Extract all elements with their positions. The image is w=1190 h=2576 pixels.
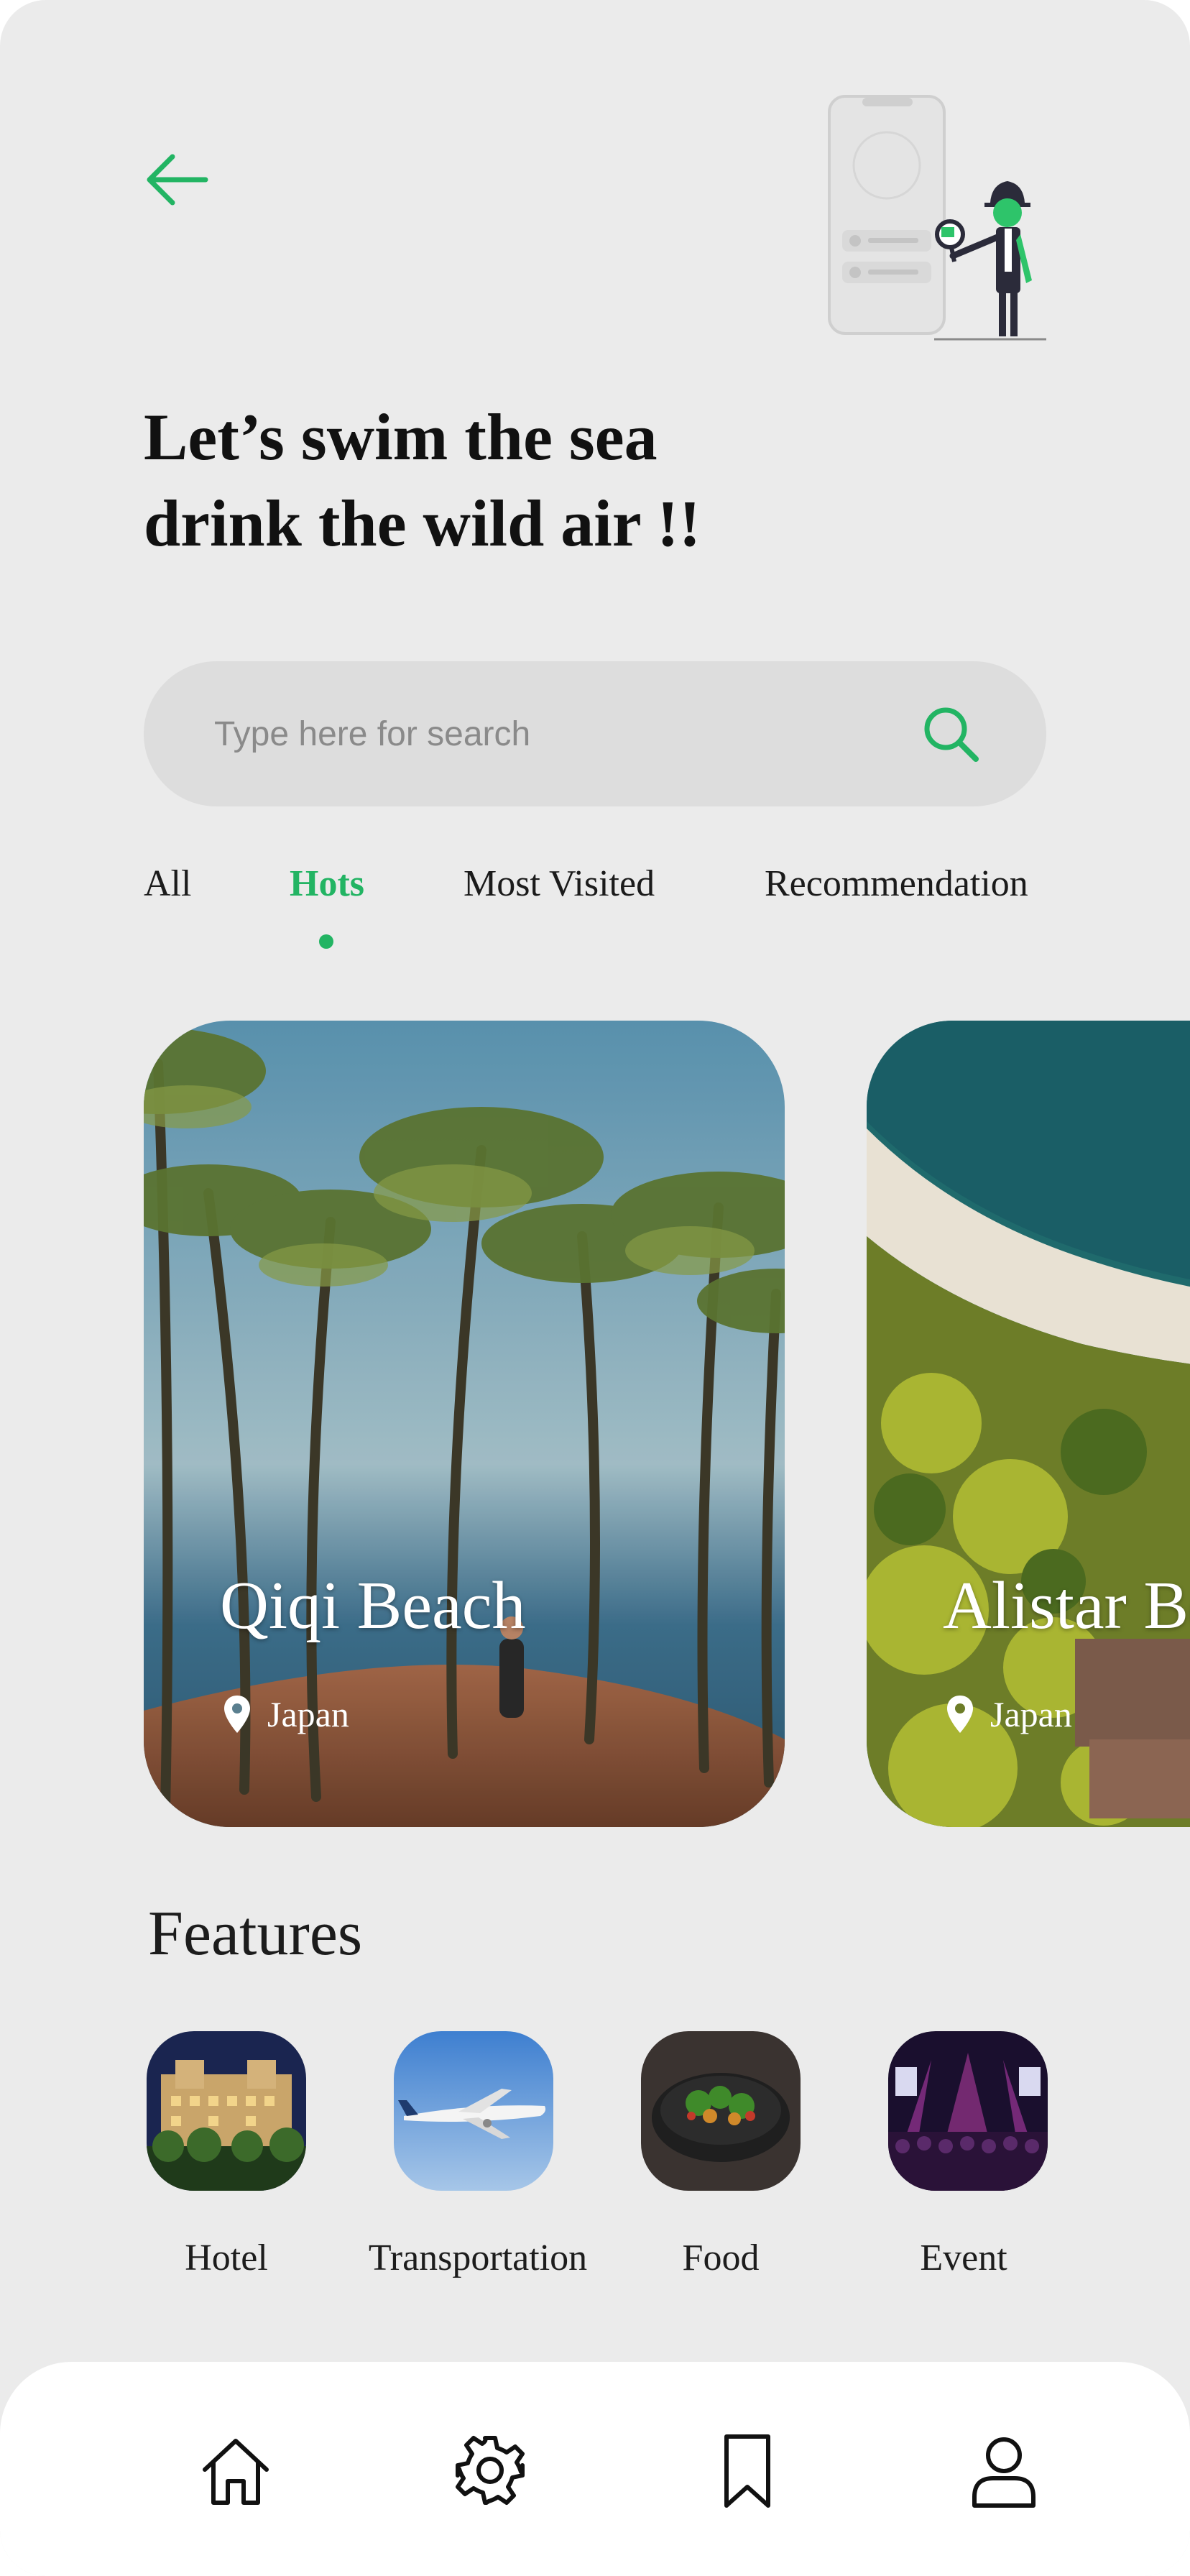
bookmark-icon[interactable] [708,2431,787,2510]
tab-recommendation[interactable]: Recommendation [765,862,1028,920]
feature-label-event: Event [920,2237,1007,2278]
search-bar[interactable] [144,661,1046,806]
destination-location: Japan [946,1689,1072,1739]
feature-event-button[interactable] [888,2031,1048,2191]
feature-food-button[interactable] [641,2031,801,2191]
user-icon[interactable] [964,2431,1043,2510]
page-title: Let’s swim the sea drink the wild air !! [144,394,934,566]
title-line-2: drink the wild air !! [144,487,701,560]
search-input[interactable] [213,697,905,770]
gear-icon[interactable] [451,2431,530,2510]
destination-name: Qiqi Beach [220,1568,526,1643]
feature-label-food: Food [682,2237,760,2278]
location-pin-icon [224,1696,250,1733]
location-label: Japan [267,1694,349,1734]
destination-card[interactable]: Qiqi Beach Japan [144,1021,785,1827]
tab-hots[interactable]: Hots [290,862,364,920]
destination-card[interactable]: Alistar Beach Japan [867,1021,1190,1827]
active-tab-indicator [319,934,333,949]
search-icon[interactable] [918,702,983,766]
search-illustration [828,95,1046,341]
app-screen: Let’s swim the sea drink the wild air !!… [0,0,1190,2576]
title-line-1: Let’s swim the sea [144,400,658,474]
airplane-icon [394,2031,553,2191]
destination-name: Alistar Beach [943,1568,1190,1643]
feature-label-transportation: Transportation [368,2237,588,2278]
concert-icon [888,2031,1048,2191]
tab-most-visited[interactable]: Most Visited [463,862,655,920]
location-label: Japan [990,1694,1072,1734]
back-arrow-icon[interactable] [144,150,210,210]
hotel-icon [147,2031,306,2191]
feature-hotel-button[interactable] [147,2031,306,2191]
home-icon[interactable] [196,2431,275,2510]
location-pin-icon [947,1696,973,1733]
tab-all[interactable]: All [144,862,191,920]
feature-label-hotel: Hotel [185,2237,268,2278]
destination-location: Japan [223,1689,349,1739]
food-bowl-icon [641,2031,801,2191]
features-heading: Features [148,1899,363,1969]
feature-transportation-button[interactable] [394,2031,553,2191]
